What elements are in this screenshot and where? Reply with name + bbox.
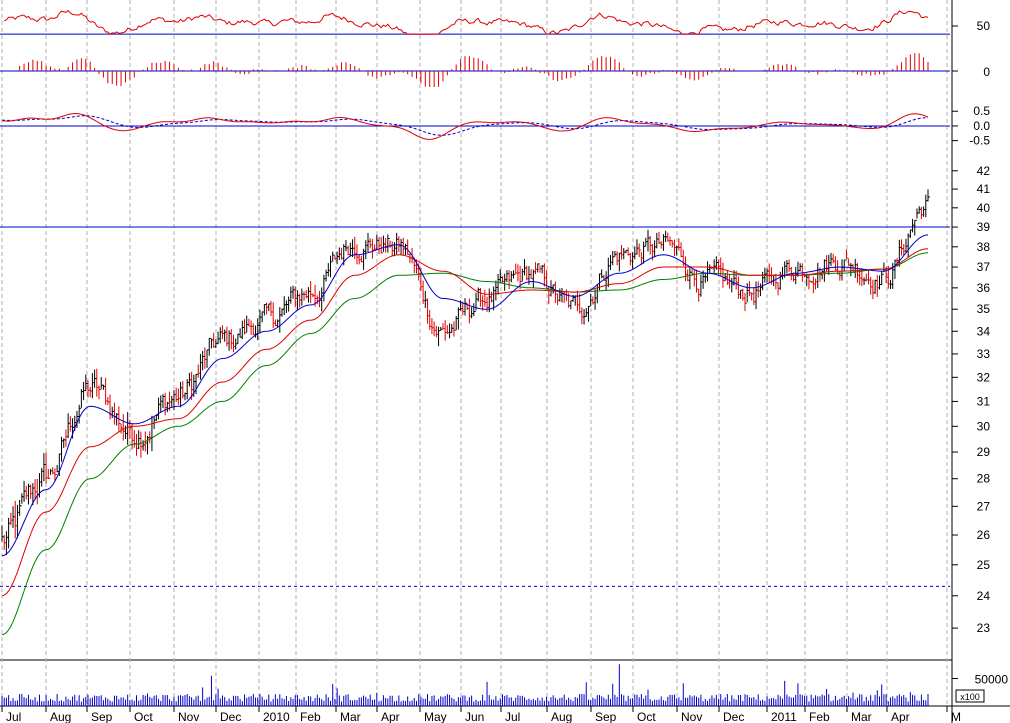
price-panel bbox=[0, 189, 950, 636]
month-label: Feb bbox=[300, 710, 321, 723]
month-gridlines bbox=[0, 0, 1010, 723]
month-label: 2011 bbox=[771, 710, 797, 723]
price-tick-label: 31 bbox=[977, 394, 991, 408]
price-tick-label: 40 bbox=[977, 201, 991, 215]
month-label: Nov bbox=[178, 710, 199, 723]
month-label: Nov bbox=[681, 710, 702, 723]
indicator-3-panel bbox=[0, 112, 950, 140]
ind3-tick-label: 0.0 bbox=[973, 119, 990, 133]
price-tick-label: 25 bbox=[977, 558, 991, 572]
month-label: Mar bbox=[340, 710, 361, 723]
month-label: Apr bbox=[891, 710, 910, 723]
price-tick-label: 42 bbox=[977, 164, 991, 178]
price-tick-label: 33 bbox=[977, 347, 991, 361]
price-tick-label: 32 bbox=[977, 370, 991, 384]
stock-chart: Jul Aug Sep Oct Nov Dec 2010 Feb Mar Apr May Jun Jul… bbox=[0, 0, 1010, 723]
indicator-1-panel bbox=[0, 9, 950, 35]
price-tick-label: 30 bbox=[977, 419, 991, 433]
month-label: 2010 bbox=[263, 710, 290, 723]
ind2-tick-label: 0 bbox=[983, 65, 990, 79]
month-label: Oct bbox=[637, 710, 656, 723]
indicator-3-main-line bbox=[1, 112, 929, 140]
month-label: M bbox=[951, 710, 961, 723]
ind1-tick-label: 50 bbox=[977, 19, 991, 33]
month-label: Aug bbox=[50, 710, 71, 723]
price-tick-label: 36 bbox=[977, 281, 991, 295]
ind3-tick-label: -0.5 bbox=[969, 134, 990, 148]
month-label: Jun bbox=[465, 710, 484, 723]
month-label: Sep bbox=[595, 710, 617, 723]
price-tick-label: 29 bbox=[977, 445, 991, 459]
indicator-1-line bbox=[3, 9, 929, 35]
price-tick-label: 35 bbox=[977, 302, 991, 316]
month-label: May bbox=[424, 710, 447, 723]
price-tick-label: 28 bbox=[977, 472, 991, 486]
month-label: Dec bbox=[723, 710, 744, 723]
volume-panel bbox=[1, 664, 929, 706]
price-tick-label: 26 bbox=[977, 528, 991, 542]
price-tick-label: 39 bbox=[977, 220, 991, 234]
month-label: Feb bbox=[809, 710, 830, 723]
price-tick-label: 34 bbox=[977, 324, 991, 338]
month-label: Dec bbox=[220, 710, 241, 723]
price-tick-label: 24 bbox=[977, 589, 991, 603]
month-label: Aug bbox=[551, 710, 572, 723]
month-label: Sep bbox=[91, 710, 113, 723]
month-label: Mar bbox=[851, 710, 872, 723]
volume-tick-label: 50000 bbox=[975, 673, 1009, 687]
axes: Jul Aug Sep Oct Nov Dec 2010 Feb Mar Apr May Jun Jul… bbox=[1, 19, 1009, 723]
price-tick-label: 38 bbox=[977, 240, 991, 254]
volume-unit-label: x100 bbox=[960, 692, 980, 702]
month-label: Jul bbox=[505, 710, 520, 723]
price-tick-label: 23 bbox=[977, 621, 991, 635]
price-tick-label: 27 bbox=[977, 499, 991, 513]
month-label: Oct bbox=[134, 710, 153, 723]
price-tick-label: 37 bbox=[977, 260, 991, 274]
month-label: Jul bbox=[6, 710, 21, 723]
price-tick-label: 41 bbox=[977, 182, 991, 196]
ind3-tick-label: 0.5 bbox=[973, 104, 990, 118]
indicator-2-panel bbox=[0, 53, 950, 87]
month-label: Apr bbox=[381, 710, 400, 723]
